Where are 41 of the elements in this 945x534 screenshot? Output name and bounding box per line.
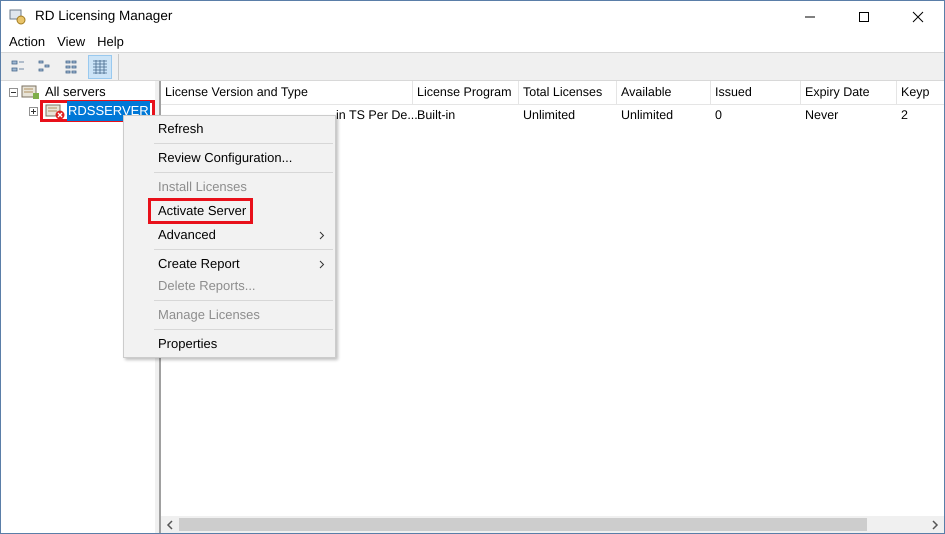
menu-item[interactable]: Action: [3, 32, 52, 52]
column-header[interactable]: Keyp: [897, 81, 942, 104]
expander-icon[interactable]: [29, 106, 38, 116]
column-header[interactable]: License Version and Type: [161, 81, 413, 104]
chevron-right-icon: [319, 230, 325, 240]
scrollbar-thumb[interactable]: [179, 518, 867, 531]
server-icon: [21, 83, 41, 101]
table-cell: Unlimited: [523, 108, 576, 122]
expander-icon[interactable]: [9, 88, 18, 96]
horizontal-scrollbar[interactable]: [161, 516, 944, 533]
table-cell: Unlimited: [621, 108, 674, 122]
table-cell: in TS Per De...: [336, 108, 418, 122]
maximize-icon[interactable]: [858, 10, 870, 22]
menu-item[interactable]: Review Configuration...: [124, 147, 335, 176]
column-header[interactable]: License Program: [413, 81, 519, 104]
column-header[interactable]: Available: [617, 81, 711, 104]
scroll-left-icon[interactable]: [166, 520, 174, 530]
column-header[interactable]: Expiry Date: [801, 81, 897, 104]
toolbar-icon: [91, 58, 109, 76]
column-header[interactable]: Total Licenses: [519, 81, 617, 104]
chevron-right-icon: [319, 260, 325, 268]
menu-item[interactable]: Create Report: [124, 253, 335, 275]
tree-item[interactable]: All servers: [44, 82, 107, 102]
toolbar-button[interactable]: [88, 54, 112, 78]
menu-item[interactable]: Activate Server: [124, 198, 335, 224]
menu-item[interactable]: Advanced: [124, 224, 335, 253]
table-cell: Never: [805, 108, 838, 122]
column-header[interactable]: Issued: [711, 81, 801, 104]
scroll-right-icon[interactable]: [931, 520, 939, 530]
menu-item[interactable]: Refresh: [124, 118, 335, 147]
table-cell: Built-in: [417, 108, 456, 122]
menu-item[interactable]: Help: [91, 32, 130, 52]
menu-item[interactable]: Properties: [124, 333, 335, 355]
table-cell: 2: [901, 108, 908, 122]
server-icon: [45, 102, 65, 120]
tree-item[interactable]: RDSSERVER: [67, 101, 150, 121]
close-icon[interactable]: [912, 10, 924, 22]
menu-item[interactable]: View: [51, 32, 92, 52]
window-title: RD Licensing Manager: [35, 7, 172, 26]
app-icon: [9, 8, 27, 26]
table-cell: 0: [715, 108, 722, 122]
